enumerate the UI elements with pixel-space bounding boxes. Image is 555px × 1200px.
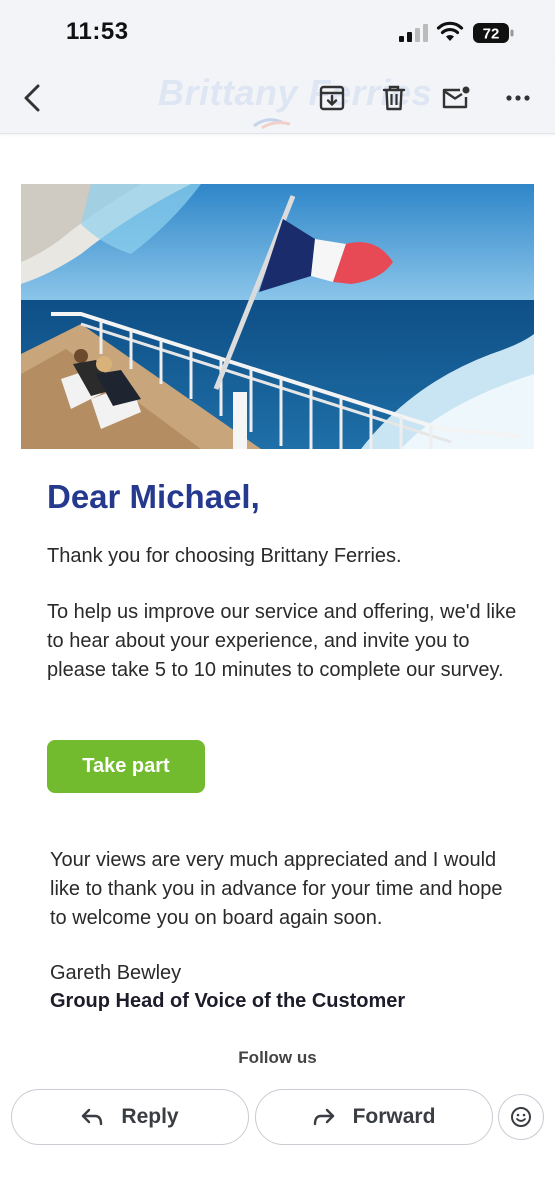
back-arrow-icon xyxy=(24,84,40,112)
email-paragraph-thanks: Thank you for choosing Brittany Ferries. xyxy=(47,545,402,567)
mark-unread-button[interactable] xyxy=(438,80,474,116)
status-bar: 11:53 72 xyxy=(0,0,555,62)
battery-level: 72 xyxy=(483,26,500,43)
brand-wave-icon xyxy=(253,118,291,130)
forward-label: Forward xyxy=(352,1105,436,1128)
delete-button[interactable] xyxy=(376,80,412,116)
hero-image xyxy=(21,184,534,449)
mark-unread-icon xyxy=(442,86,470,109)
forward-button[interactable]: Forward xyxy=(255,1089,493,1145)
archive-icon xyxy=(319,85,345,111)
battery-icon: 72 xyxy=(473,23,514,43)
email-greeting: Dear Michael, xyxy=(47,478,260,515)
more-options-button[interactable] xyxy=(500,80,536,116)
signer-title: Group Head of Voice of the Customer xyxy=(50,990,406,1012)
more-options-icon xyxy=(506,95,530,101)
follow-us-label: Follow us xyxy=(238,1048,317,1067)
wifi-icon xyxy=(436,21,464,41)
status-time: 11:53 xyxy=(66,18,129,45)
reply-button[interactable]: Reply xyxy=(11,1089,249,1145)
signal-icon xyxy=(399,24,428,42)
emoji-reaction-button[interactable] xyxy=(498,1094,544,1140)
archive-button[interactable] xyxy=(314,80,350,116)
delete-icon xyxy=(382,85,406,111)
app-bar: Brittany Ferries xyxy=(0,62,555,134)
forward-icon xyxy=(313,1108,334,1126)
signer-name: Gareth Bewley xyxy=(50,962,182,984)
reply-label: Reply xyxy=(121,1105,179,1128)
take-part-button[interactable]: Take part xyxy=(47,740,205,793)
emoji-reaction-icon xyxy=(511,1107,531,1127)
email-paragraph-closing: Your views are very much appreciated and… xyxy=(50,849,503,929)
back-button[interactable] xyxy=(14,78,50,118)
email-paragraph-survey: To help us improve our service and offer… xyxy=(47,601,517,681)
reply-icon xyxy=(82,1108,103,1126)
